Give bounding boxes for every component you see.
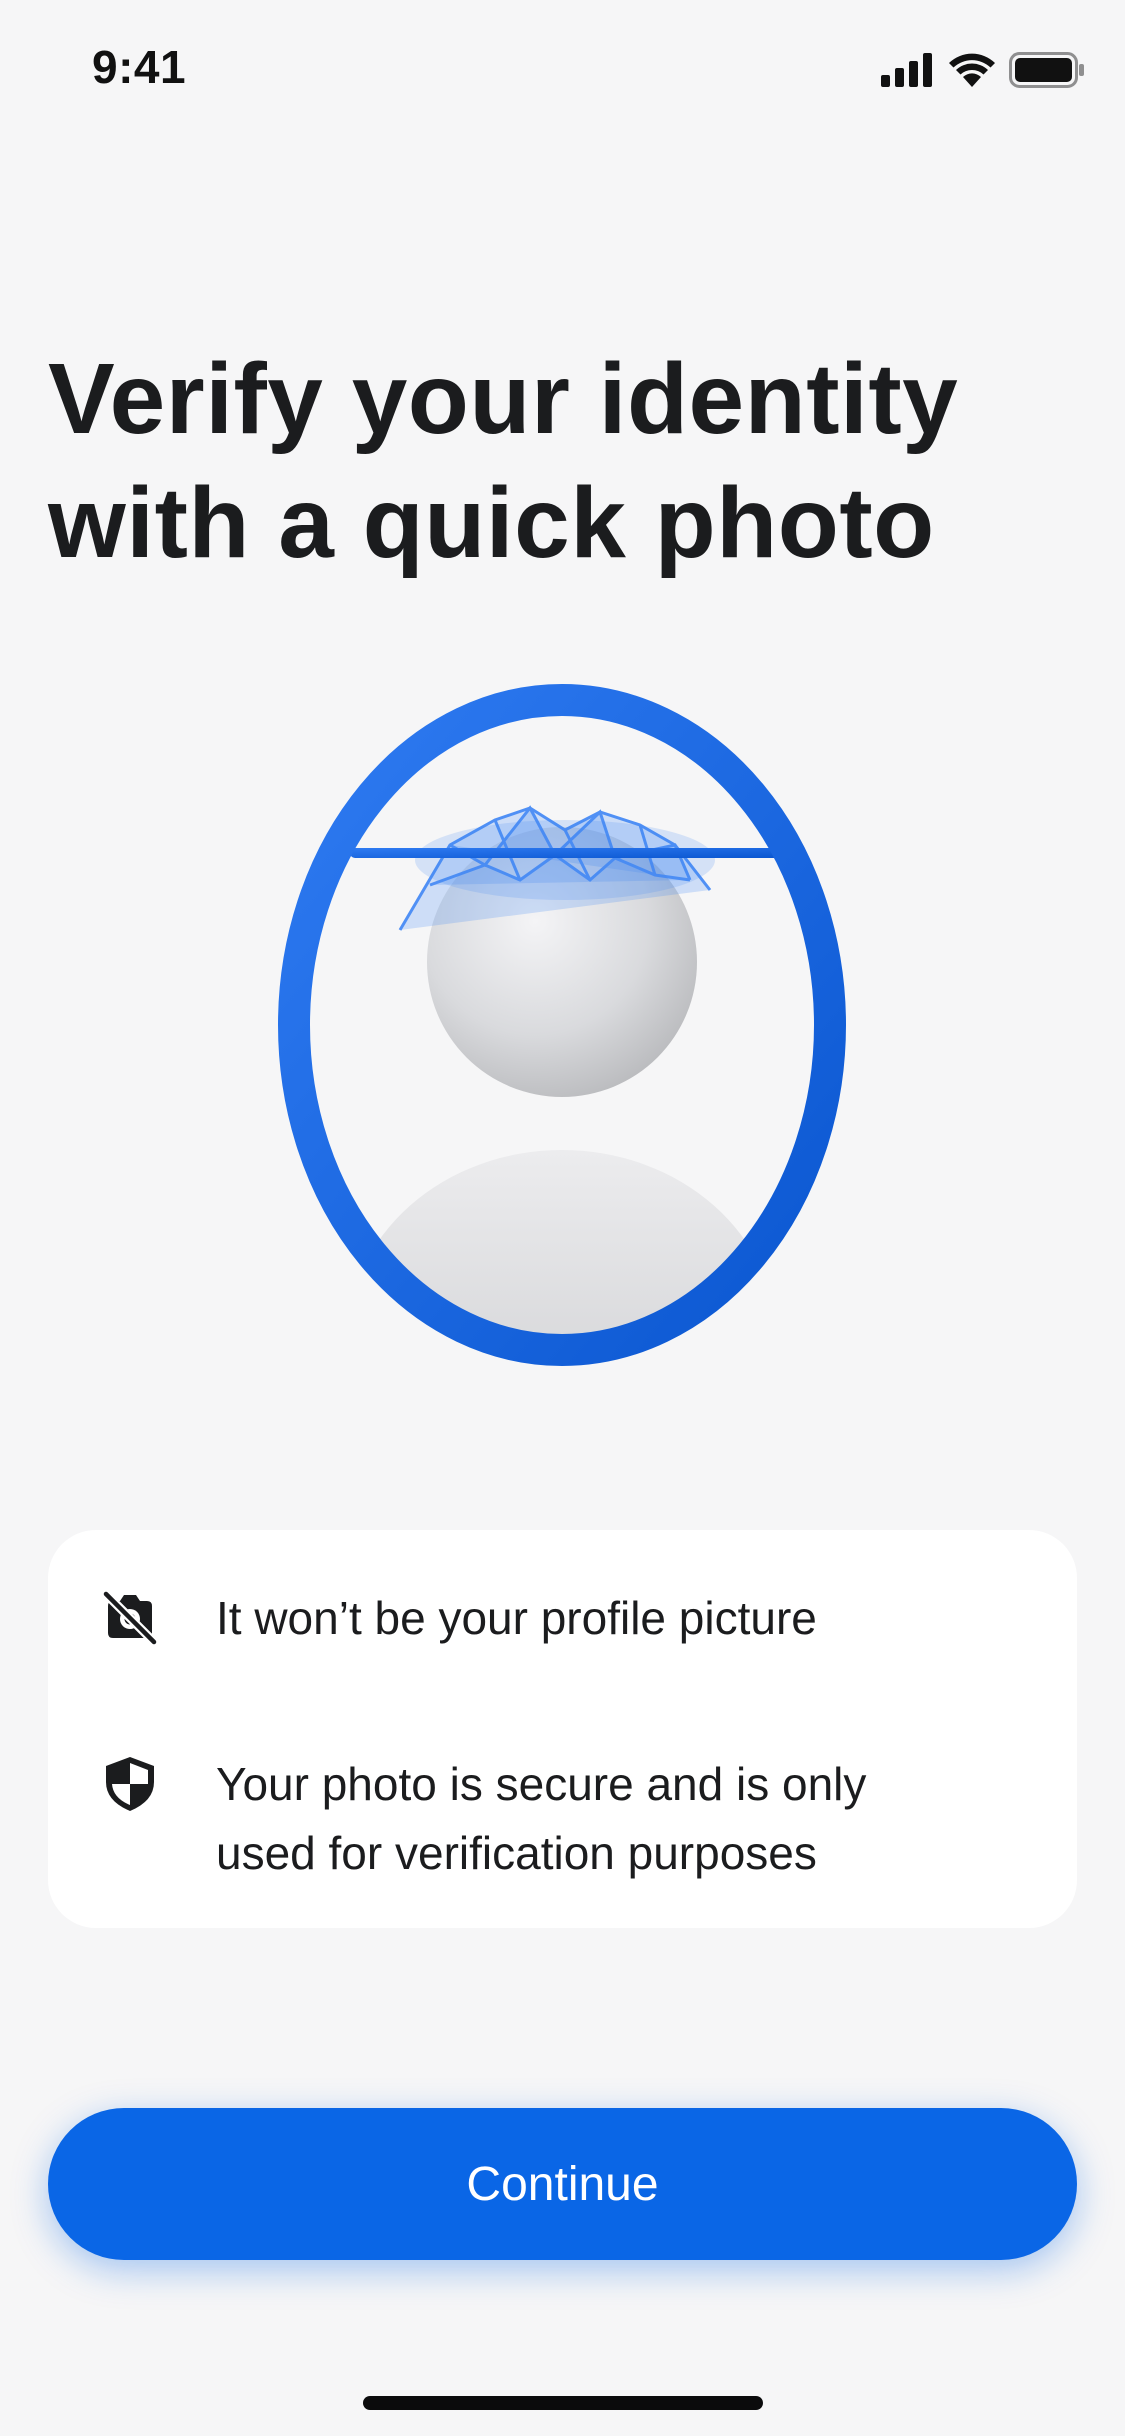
shield-icon xyxy=(106,1757,154,1811)
home-indicator[interactable] xyxy=(363,2396,763,2410)
status-bar: 9:41 xyxy=(0,0,1125,140)
info-item-text: It won’t be your profile picture xyxy=(216,1592,817,1644)
continue-button[interactable]: Continue xyxy=(48,2108,1077,2260)
status-icons xyxy=(881,50,1085,90)
wifi-icon xyxy=(949,53,995,87)
verify-identity-screen: 9:41 Verify your identity with a quick p… xyxy=(0,0,1125,2436)
face-scan-illustration xyxy=(270,680,860,1380)
info-item-text: Your photo is secure and is only used fo… xyxy=(216,1758,867,1879)
status-time: 9:41 xyxy=(92,41,187,93)
camera-off-icon xyxy=(101,1589,159,1647)
battery-icon xyxy=(1009,52,1084,88)
page-title: Verify your identity with a quick photo xyxy=(48,343,959,579)
cellular-signal-icon xyxy=(881,53,932,87)
info-card: It won’t be your profile picture Your ph… xyxy=(48,1530,1077,1928)
